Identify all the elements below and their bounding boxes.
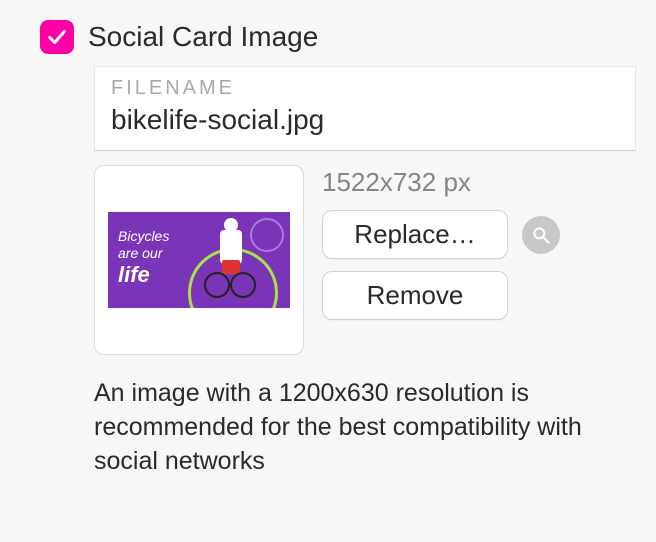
thumb-caption: Bicycles are our life (118, 228, 169, 288)
checkmark-icon (46, 26, 68, 48)
remove-button[interactable]: Remove (322, 271, 508, 320)
image-dimensions: 1522x732 px (322, 167, 560, 198)
social-card-checkbox[interactable] (40, 20, 74, 54)
section-header: Social Card Image (40, 20, 636, 54)
magnify-icon (531, 225, 551, 245)
image-thumbnail-frame[interactable]: Bicycles are our life (94, 165, 304, 355)
resolution-hint: An image with a 1200x630 resolution is r… (94, 377, 624, 478)
magnify-button[interactable] (522, 216, 560, 254)
preview-row: Bicycles are our life 1522x732 px Replac… (94, 165, 636, 355)
replace-button[interactable]: Replace… (322, 210, 508, 259)
filename-value: bikelife-social.jpg (111, 104, 619, 136)
image-controls: 1522x732 px Replace… Remove (322, 165, 560, 320)
section-title: Social Card Image (88, 21, 318, 53)
filename-label: FILENAME (111, 77, 619, 100)
image-thumbnail: Bicycles are our life (108, 212, 290, 308)
filename-field[interactable]: FILENAME bikelife-social.jpg (94, 66, 636, 151)
section-content: FILENAME bikelife-social.jpg Bicycles ar… (94, 66, 636, 478)
